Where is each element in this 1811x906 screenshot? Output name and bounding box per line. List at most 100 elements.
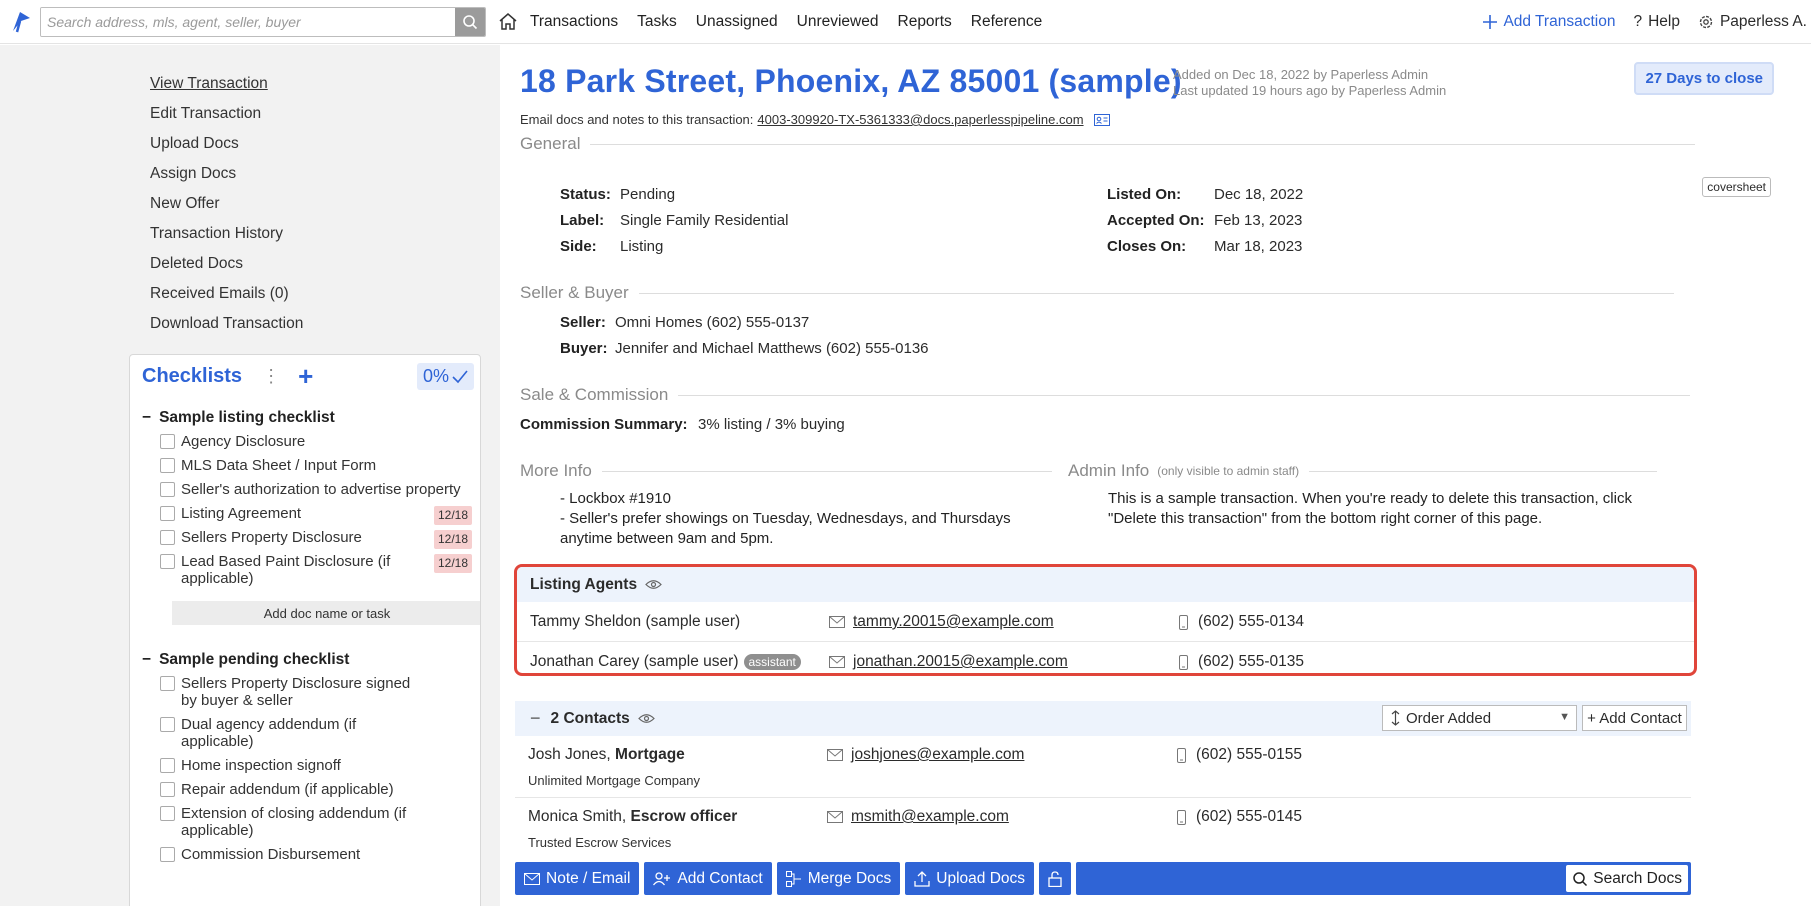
checklist-item: Seller's authorization to advertise prop… <box>142 481 472 498</box>
add-contact-action-label: Add Contact <box>677 869 763 887</box>
checkbox[interactable] <box>160 506 175 521</box>
merge-docs-button[interactable]: Merge Docs <box>776 862 901 895</box>
add-checklist-icon[interactable]: + <box>298 363 313 389</box>
checklist-group-name: Sample pending checklist <box>159 651 350 668</box>
agent-email-link[interactable]: jonathan.20015@example.com <box>853 653 1068 671</box>
general-right-fields: Listed On: Dec 18, 2022 Accepted On: Feb 1… <box>1107 182 1303 260</box>
nav-transactions[interactable]: Transactions <box>530 13 618 31</box>
kebab-menu-icon[interactable]: ⋮ <box>262 367 280 385</box>
checkbox[interactable] <box>160 717 175 732</box>
new-offer-link[interactable]: New Offer <box>150 189 303 219</box>
left-column: View Transaction Edit Transaction Upload… <box>0 45 500 906</box>
agent-name[interactable]: Tammy Sheldon (sample user) <box>530 613 740 631</box>
commission-summary-label: Commission Summary: <box>520 416 688 433</box>
collapse-icon[interactable]: − <box>530 708 541 729</box>
checkbox[interactable] <box>160 758 175 773</box>
more-info-section-heading: More Info <box>520 461 1052 481</box>
checklist-group-title[interactable]: − Sample pending checklist <box>142 651 480 669</box>
nav-unreviewed[interactable]: Unreviewed <box>797 13 879 31</box>
contact-name[interactable]: Josh Jones, Mortgage <box>528 746 685 764</box>
phone-icon <box>1177 747 1186 763</box>
add-contact-action-button[interactable]: Add Contact <box>644 862 772 895</box>
add-contact-button[interactable]: + Add Contact <box>1582 705 1687 731</box>
nav-reference[interactable]: Reference <box>971 13 1043 31</box>
checklist-item-label[interactable]: Sellers Property Disclosure signed by bu… <box>181 675 410 709</box>
edit-transaction-link[interactable]: Edit Transaction <box>150 99 303 129</box>
user-menu[interactable]: Paperless A. <box>1698 13 1807 31</box>
more-info-line: - Lockbox #1910 <box>560 490 671 507</box>
checklist-group-title[interactable]: − Sample listing checklist <box>142 409 480 427</box>
help-link[interactable]: ? Help <box>1633 13 1680 31</box>
app-logo-icon[interactable] <box>8 9 34 35</box>
upload-icon <box>914 870 930 887</box>
add-doc-button[interactable]: Add doc name or task <box>172 601 480 625</box>
assign-docs-link[interactable]: Assign Docs <box>150 159 303 189</box>
global-search-input[interactable] <box>41 7 455 36</box>
commission-fields: Commission Summary: 3% listing / 3% buyin… <box>520 412 845 438</box>
note-email-button[interactable]: Note / Email <box>515 862 640 895</box>
collapse-icon[interactable]: − <box>142 409 151 427</box>
checkbox[interactable] <box>160 676 175 691</box>
home-icon[interactable] <box>498 12 518 31</box>
deleted-docs-link[interactable]: Deleted Docs <box>150 249 303 279</box>
checkbox[interactable] <box>160 782 175 797</box>
agent-row: Tammy Sheldon (sample user) tammy.20015@… <box>517 602 1694 642</box>
status-value: Pending <box>620 186 676 203</box>
search-icon <box>1573 871 1588 886</box>
search-docs-button[interactable]: Search Docs <box>1566 865 1688 892</box>
search-button[interactable] <box>455 7 485 36</box>
nav-unassigned[interactable]: Unassigned <box>696 13 778 31</box>
plus-icon <box>1483 15 1498 29</box>
upload-docs-button[interactable]: Upload Docs <box>905 862 1035 895</box>
listed-on-label: Listed On: <box>1107 186 1182 203</box>
view-transaction-link[interactable]: View Transaction <box>150 69 303 99</box>
contact-card-icon[interactable] <box>1093 113 1110 126</box>
checklist-item-label[interactable]: Agency Disclosure <box>181 433 305 450</box>
transaction-email-address[interactable]: 4003-309920-TX-5361333@docs.paperlesspip… <box>757 112 1083 127</box>
upload-docs-link[interactable]: Upload Docs <box>150 129 303 159</box>
seller-label: Seller: <box>560 314 606 331</box>
contact-phone: (602) 555-0145 <box>1177 808 1302 826</box>
checklist-item-label[interactable]: Commission Disbursement <box>181 846 360 863</box>
eye-icon[interactable] <box>637 713 655 724</box>
received-emails-link[interactable]: Received Emails (0) <box>150 279 303 309</box>
add-transaction-link[interactable]: Add Transaction <box>1483 13 1615 31</box>
contact-email-link[interactable]: joshjones@example.com <box>851 746 1024 764</box>
agent-name[interactable]: Jonathan Carey (sample user) assistant <box>530 653 801 671</box>
agent-email-link[interactable]: tammy.20015@example.com <box>853 613 1054 631</box>
contact-email-link[interactable]: msmith@example.com <box>851 808 1009 826</box>
transaction-history-link[interactable]: Transaction History <box>150 219 303 249</box>
checkbox[interactable] <box>160 482 175 497</box>
coversheet-button[interactable]: coversheet <box>1702 177 1771 197</box>
checkbox[interactable] <box>160 806 175 821</box>
divider <box>638 292 1674 294</box>
checklist-item-label[interactable]: Listing Agreement <box>181 505 301 522</box>
checklist-item-label[interactable]: Lead Based Paint Disclosure (if applicab… <box>181 553 390 587</box>
contact-name[interactable]: Monica Smith, Escrow officer <box>528 808 737 826</box>
checkbox[interactable] <box>160 434 175 449</box>
collapse-icon[interactable]: − <box>142 651 151 669</box>
checklist-item-label[interactable]: Repair addendum (if applicable) <box>181 781 394 798</box>
add-user-icon <box>653 871 671 885</box>
nav-tasks[interactable]: Tasks <box>637 13 677 31</box>
order-select[interactable]: Order Added ▼ <box>1382 705 1577 731</box>
side-value: Listing <box>620 238 664 255</box>
checkbox[interactable] <box>160 530 175 545</box>
nav-reports[interactable]: Reports <box>898 13 952 31</box>
agent-row: Jonathan Carey (sample user) assistant j… <box>517 642 1694 673</box>
checklist-group: − Sample pending checklist Sellers Prope… <box>130 651 480 863</box>
checklist-item-label[interactable]: Home inspection signoff <box>181 757 341 774</box>
download-transaction-link[interactable]: Download Transaction <box>150 309 303 339</box>
checklist-item-label[interactable]: Dual agency addendum (if applicable) <box>181 716 356 750</box>
days-to-close-badge[interactable]: 27 Days to close <box>1634 62 1774 95</box>
divider <box>678 394 1691 396</box>
checklist-item-label[interactable]: Extension of closing addendum (if applic… <box>181 805 406 839</box>
checklist-item-label[interactable]: Sellers Property Disclosure <box>181 529 362 546</box>
checklist-item-label[interactable]: Seller's authorization to advertise prop… <box>181 481 461 498</box>
checkbox[interactable] <box>160 847 175 862</box>
checklist-item-label[interactable]: MLS Data Sheet / Input Form <box>181 457 376 474</box>
eye-icon[interactable] <box>645 579 662 590</box>
checkbox[interactable] <box>160 458 175 473</box>
checkbox[interactable] <box>160 554 175 569</box>
lock-button[interactable] <box>1039 862 1072 895</box>
